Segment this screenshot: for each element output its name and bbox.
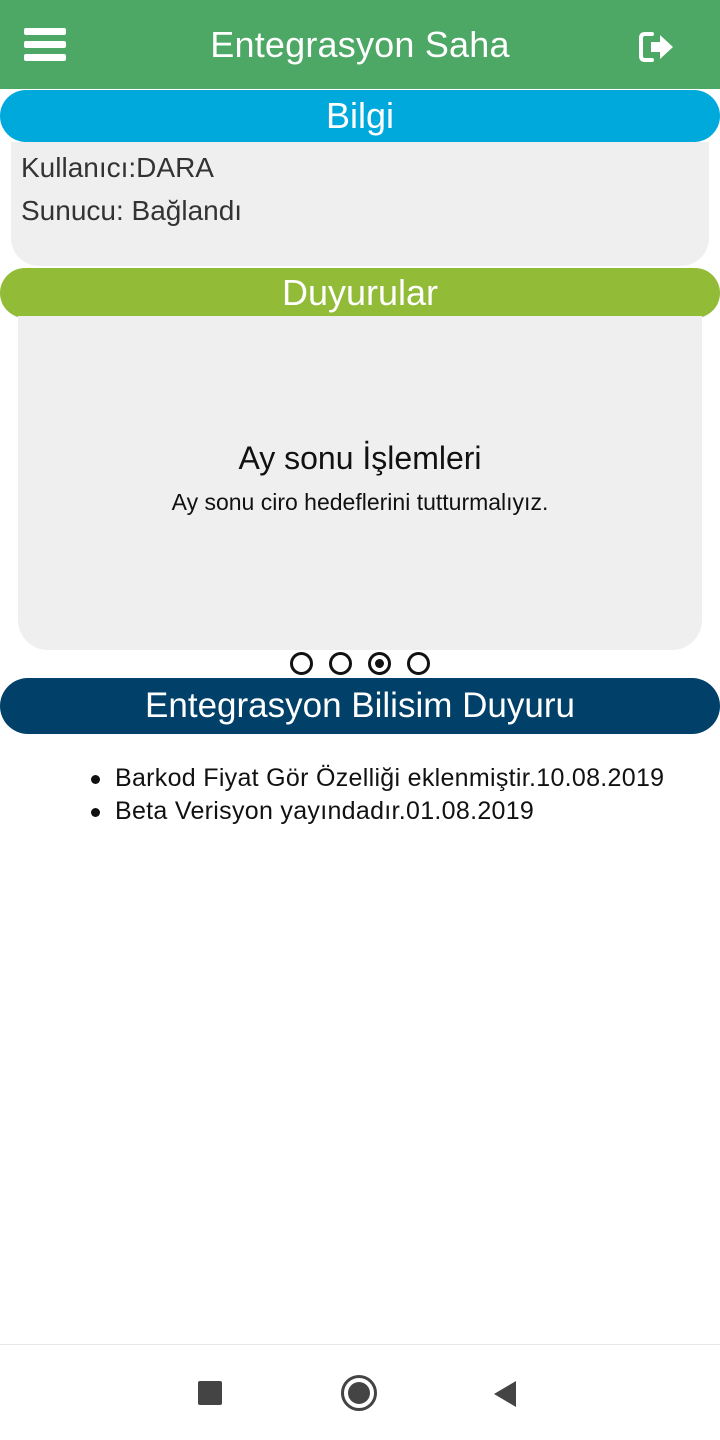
- slide-text: Ay sonu ciro hedeflerini tutturmalıyız.: [171, 489, 549, 515]
- carousel-dot[interactable]: [329, 652, 352, 675]
- list-item: Barkod Fiyat Gör Özelliği eklenmiştir.10…: [91, 762, 675, 795]
- list-item: Beta Verisyon yayındadır.01.08.2019: [91, 795, 675, 828]
- user-line: Kullanıcı:DARA: [21, 152, 214, 183]
- hamburger-menu-icon[interactable]: [24, 28, 66, 62]
- carousel-dot[interactable]: [407, 652, 430, 675]
- app-title: Entegrasyon Saha: [210, 23, 510, 65]
- info-header: Bilgi: [0, 90, 720, 142]
- app-bar: Entegrasyon Saha: [0, 0, 720, 89]
- back-icon[interactable]: [494, 1381, 516, 1407]
- company-news-header: Entegrasyon Bilisim Duyuru: [0, 678, 720, 734]
- carousel-dot-active[interactable]: [368, 652, 391, 675]
- carousel-dot[interactable]: [290, 652, 313, 675]
- slide-title: Ay sonu İşlemleri: [238, 440, 482, 476]
- server-status-line: Sunucu: Bağlandı: [21, 195, 243, 226]
- announcements-header: Duyurular: [0, 268, 720, 318]
- home-icon[interactable]: [341, 1375, 377, 1411]
- recent-apps-icon[interactable]: [198, 1381, 222, 1405]
- logout-icon[interactable]: [636, 28, 678, 66]
- info-card: Kullanıcı:DARA Sunucu: Bağlandı: [11, 142, 709, 266]
- system-nav-bar: [0, 1344, 720, 1440]
- carousel-indicator: [0, 652, 720, 676]
- announcement-carousel[interactable]: Ay sonu İşlemleri Ay sonu ciro hedefleri…: [18, 316, 702, 650]
- company-news-list: Barkod Fiyat Gör Özelliği eklenmiştir.10…: [91, 762, 675, 828]
